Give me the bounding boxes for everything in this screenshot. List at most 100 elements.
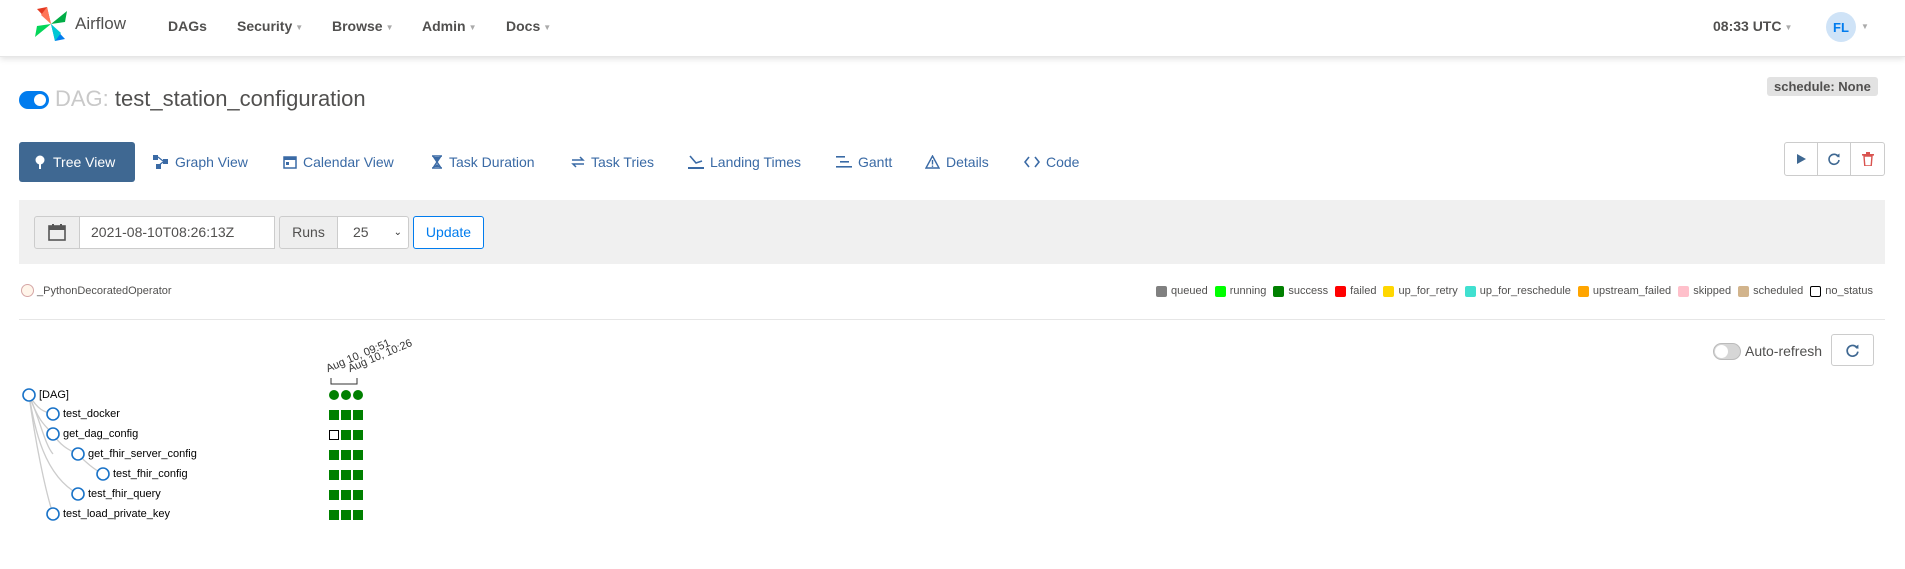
gantt-icon [836,155,852,169]
status-swatch [1214,285,1226,297]
task-instance-square[interactable] [341,410,351,420]
refresh-icon [1828,153,1840,166]
calendar-icon [283,155,297,169]
chevron-down-icon: ▼ [468,22,477,32]
tree-node-task[interactable]: test_fhir_config [113,468,188,480]
airflow-logo-icon [35,7,67,41]
task-instance-square[interactable] [341,470,351,480]
task-instance-square[interactable] [353,430,363,440]
task-instance-square[interactable] [329,450,339,460]
status-swatch [1810,285,1822,297]
dag-run-circle[interactable] [341,390,351,400]
schedule-badge: schedule: None [1767,77,1878,96]
tab-gantt[interactable]: Gantt [836,142,892,182]
num-runs-select[interactable]: 25 ⌄ [337,216,409,249]
dag-pause-toggle[interactable] [19,91,49,109]
tab-tree-view[interactable]: Tree View [19,142,135,182]
runs-label: Runs [279,216,338,249]
update-button[interactable]: Update [413,216,484,249]
tab-landing-times[interactable]: Landing Times [688,142,801,182]
tree-node-task[interactable]: test_load_private_key [63,508,170,520]
legend-success: success [1273,285,1328,297]
task-instance-square[interactable] [341,490,351,500]
graph-icon [153,155,169,169]
legend-up-for-retry: up_for_retry [1383,285,1458,297]
nav-dags[interactable]: DAGs [168,18,207,34]
details-icon [925,155,940,169]
legend-failed: failed [1335,285,1376,297]
base-date-input[interactable]: 2021-08-10T08:26:13Z [79,216,275,249]
task-instance-square[interactable] [329,510,339,520]
auto-refresh-label: Auto-refresh [1745,343,1823,359]
tree-node-task[interactable]: test_fhir_query [88,488,161,500]
task-instance-square[interactable] [329,410,339,420]
tree-node-task[interactable]: test_docker [63,408,120,420]
legend-up-for-reschedule: up_for_reschedule [1464,285,1571,297]
refresh-dag-button[interactable] [1818,143,1851,175]
tab-details[interactable]: Details [925,142,989,182]
tab-task-duration[interactable]: Task Duration [431,142,535,182]
task-instance-square[interactable] [341,450,351,460]
legend-no-status: no_status [1810,285,1873,297]
user-avatar[interactable]: FL [1826,12,1856,42]
task-instance-square[interactable] [329,490,339,500]
play-icon [1797,154,1806,164]
top-navbar: Airflow DAGs Security ▼ Browse ▼ Admin ▼ Do… [0,0,1905,57]
tree-node-task[interactable]: get_fhir_server_config [88,448,197,460]
tree-node-dag[interactable]: [DAG] [39,389,69,401]
task-instance-square[interactable] [341,510,351,520]
page-title: DAG: test_station_configuration [55,86,366,111]
chevron-down-icon: ▼ [1784,22,1793,32]
operator-legend: _PythonDecoratedOperator [21,284,172,297]
chevron-down-icon: ▼ [1861,22,1869,31]
tree-icon [33,155,47,169]
section-divider [19,319,1885,320]
nav-docs[interactable]: Docs ▼ [506,18,551,34]
chevron-down-icon: ▼ [385,22,394,32]
hourglass-icon [431,155,443,169]
task-instance-square[interactable] [329,430,339,440]
calendar-icon [48,224,66,241]
operator-circle-icon [21,284,34,297]
brand-name: Airflow [75,14,127,33]
status-swatch [1738,285,1750,297]
task-instance-square[interactable] [353,450,363,460]
refresh-tree-button[interactable] [1831,334,1874,366]
dag-run-circle[interactable] [329,390,339,400]
date-range-bracket [330,378,358,385]
timezone-clock[interactable]: 08:33 UTC ▼ [1713,18,1792,34]
dag-id: test_station_configuration [114,86,366,111]
nav-admin[interactable]: Admin ▼ [422,18,476,34]
task-instance-square[interactable] [329,470,339,480]
delete-dag-button[interactable] [1851,143,1884,175]
task-instance-square[interactable] [353,510,363,520]
tries-icon [571,155,585,169]
trigger-dag-button[interactable] [1785,143,1818,175]
status-swatch [1156,285,1167,297]
trash-icon [1861,152,1874,166]
dag-action-buttons [1784,142,1885,176]
legend-scheduled: scheduled [1738,285,1803,297]
task-instance-square[interactable] [341,430,351,440]
tab-code[interactable]: Code [1024,142,1079,182]
chevron-down-icon: ▼ [295,22,304,32]
legend-upstream-failed: upstream_failed [1577,285,1671,297]
tab-calendar-view[interactable]: Calendar View [283,142,394,182]
datepicker-button[interactable] [34,216,80,249]
task-instance-square[interactable] [353,470,363,480]
legend-skipped: skipped [1678,285,1731,297]
auto-refresh-toggle[interactable] [1713,343,1741,360]
tree-node-task[interactable]: get_dag_config [63,428,138,440]
task-instance-square[interactable] [353,410,363,420]
tab-task-tries[interactable]: Task Tries [571,142,654,182]
legend-queued: queued [1156,285,1208,297]
status-legend: queued running success failed up_for_ret… [1156,285,1880,297]
dag-run-circle[interactable] [353,390,363,400]
status-swatch [1383,285,1395,297]
airflow-brand[interactable]: Airflow [33,4,126,44]
tab-graph-view[interactable]: Graph View [153,142,248,182]
chevron-down-icon: ▼ [543,22,552,32]
nav-browse[interactable]: Browse ▼ [332,18,394,34]
task-instance-square[interactable] [353,490,363,500]
nav-security[interactable]: Security ▼ [237,18,303,34]
